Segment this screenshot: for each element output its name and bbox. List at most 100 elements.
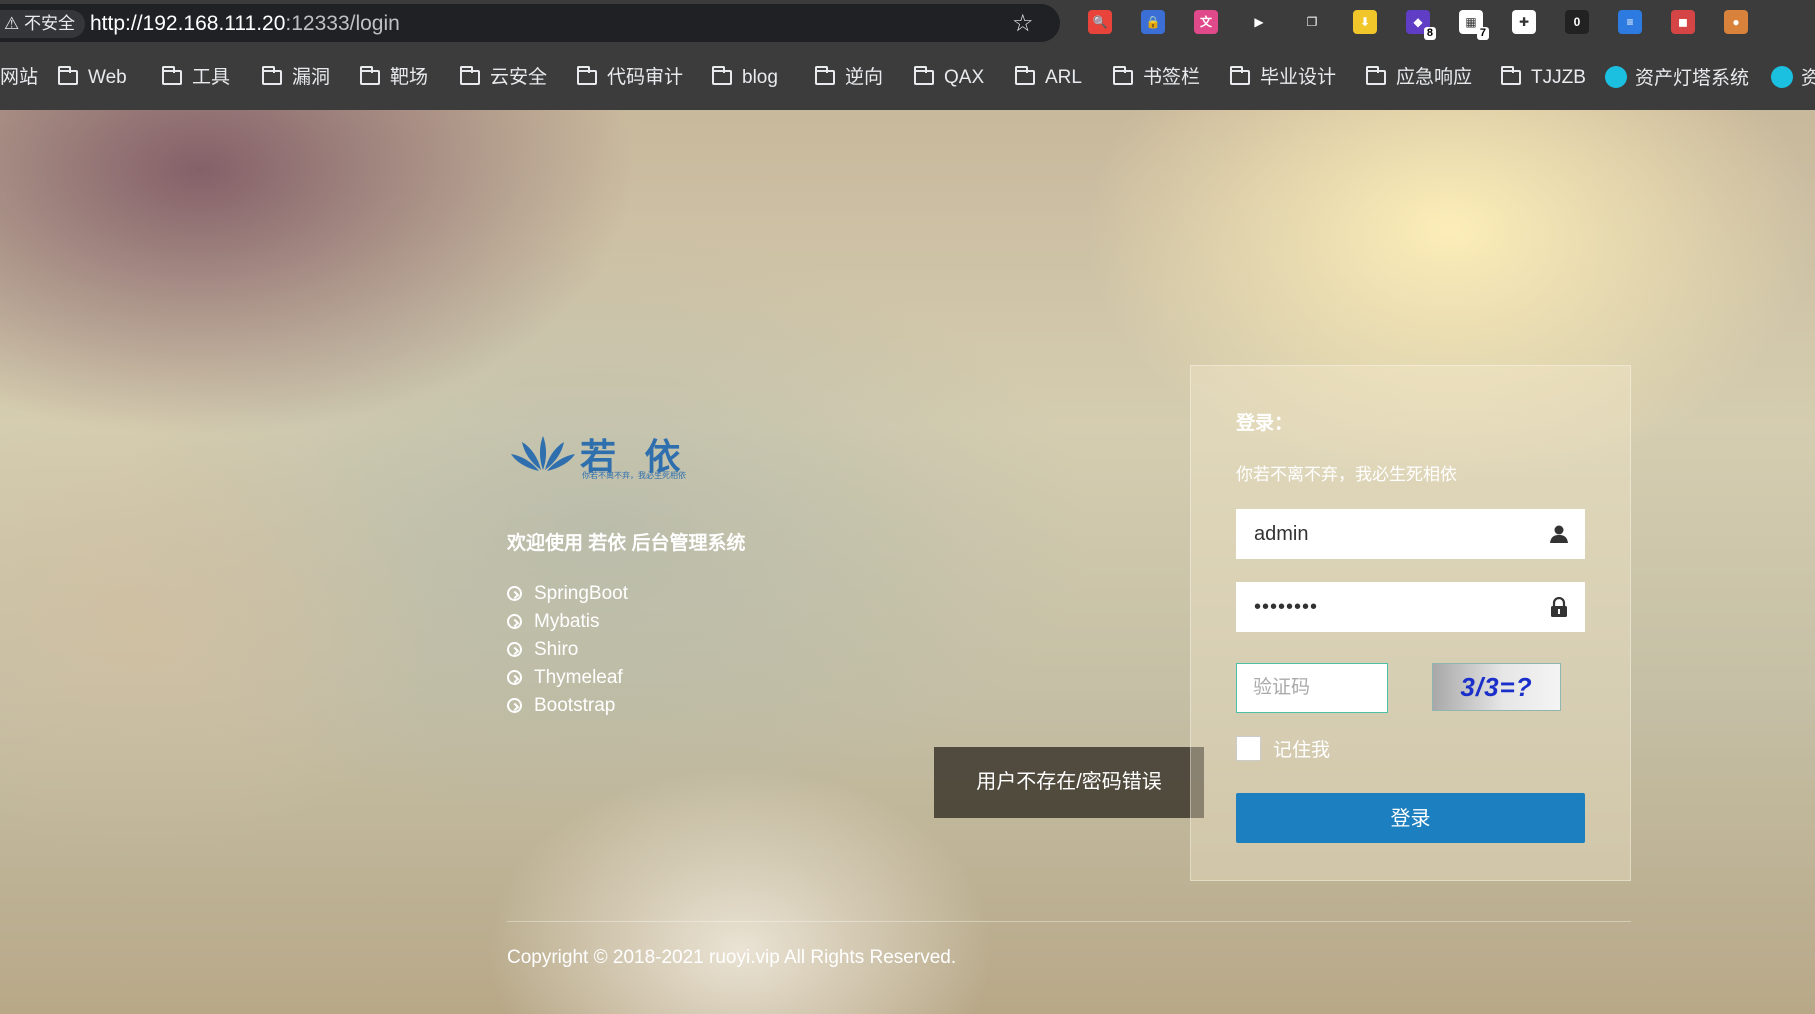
- wechat-ext-icon[interactable]: ✚: [1512, 10, 1536, 34]
- url-text[interactable]: http://192.168.111.20:12333/login: [90, 10, 400, 38]
- folder-icon: [1015, 66, 1035, 85]
- extension-badge: 8: [1423, 27, 1436, 40]
- lotus-logo-icon: [511, 436, 575, 471]
- bookmark-item[interactable]: 网站: [0, 66, 38, 90]
- bookmark-label: blog: [742, 67, 778, 88]
- feature-item: Bootstrap: [507, 692, 628, 720]
- bookmark-label: 逆向: [845, 67, 884, 88]
- bookmark-label: 云安全: [490, 67, 548, 88]
- bookmark-item[interactable]: 代码审计: [577, 66, 683, 90]
- folder-icon: [262, 66, 282, 85]
- bookmark-item[interactable]: 漏洞: [262, 66, 330, 90]
- circle-arrow-icon: [507, 670, 522, 685]
- translate-ext-icon[interactable]: 文: [1194, 10, 1218, 34]
- remember-me[interactable]: 记住我: [1236, 735, 1330, 761]
- footer-divider: [507, 921, 1631, 922]
- feature-label: Bootstrap: [534, 695, 616, 716]
- security-indicator[interactable]: ⚠ 不安全: [0, 10, 85, 38]
- bookmark-label: 资: [1801, 68, 1815, 89]
- lock-icon: [1551, 597, 1567, 617]
- logo-subtitle: 你若不离不弃，我必生死相依: [582, 471, 686, 480]
- folder-icon: [360, 66, 380, 85]
- bookmark-item[interactable]: 资产灯塔系统: [1605, 66, 1749, 91]
- cookie-ext-icon[interactable]: ●: [1724, 10, 1748, 34]
- error-toast: 用户不存在/密码错误: [934, 747, 1204, 818]
- folder-icon: [577, 66, 597, 85]
- login-button[interactable]: 登录: [1236, 793, 1585, 843]
- captcha-input[interactable]: 验证码: [1236, 663, 1388, 713]
- bookmark-item[interactable]: 毕业设计: [1230, 66, 1336, 90]
- folder-icon: [1230, 66, 1250, 85]
- screenshot-ext-icon[interactable]: ▦ 7: [1459, 10, 1489, 40]
- welcome-heading: 欢迎使用 若依 后台管理系统: [507, 533, 746, 554]
- bookmark-item[interactable]: blog: [712, 66, 778, 90]
- play-ext-icon[interactable]: ▶: [1247, 10, 1271, 34]
- copy-ext-icon[interactable]: ❐: [1300, 10, 1324, 34]
- bookmark-item[interactable]: 应急响应: [1366, 66, 1472, 90]
- ruoyi-logo: 若 依 你若不离不弃，我必生死相依: [510, 422, 690, 482]
- layout-ext-icon[interactable]: ≡: [1618, 10, 1642, 34]
- bookmark-label: 书签栏: [1143, 67, 1201, 88]
- site-favicon-icon: [1771, 66, 1793, 88]
- bookmark-label: ARL: [1045, 67, 1082, 88]
- bookmark-item[interactable]: TJJZB: [1501, 66, 1586, 90]
- bookmark-label: TJJZB: [1531, 67, 1586, 88]
- username-value: admin: [1254, 523, 1309, 545]
- bookmark-item[interactable]: 工具: [162, 66, 230, 90]
- login-title: 登录：: [1236, 413, 1294, 434]
- feature-item: Mybatis: [507, 608, 628, 636]
- bookmark-label: 工具: [192, 67, 231, 88]
- bookmark-item[interactable]: Web: [58, 66, 127, 90]
- bookmark-item[interactable]: 云安全: [460, 66, 547, 90]
- folder-icon: [914, 66, 934, 85]
- remember-label: 记住我: [1273, 740, 1331, 761]
- feature-list: SpringBoot Mybatis Shiro Thymeleaf Bootstrap: [507, 580, 628, 720]
- feature-label: SpringBoot: [534, 583, 629, 604]
- circle-arrow-icon: [507, 614, 522, 629]
- bookmark-item[interactable]: 逆向: [815, 66, 883, 90]
- password-input[interactable]: ••••••••: [1236, 582, 1585, 632]
- bookmark-label: QAX: [944, 67, 985, 88]
- folder-icon: [1113, 66, 1133, 85]
- bookmark-label: 漏洞: [292, 67, 331, 88]
- feature-item: Shiro: [507, 636, 628, 664]
- bookmark-label: 网站: [0, 67, 39, 88]
- folder-icon: [460, 66, 480, 85]
- extension-badge: 7: [1476, 27, 1489, 40]
- bookmark-item[interactable]: 书签栏: [1113, 66, 1200, 90]
- folder-icon: [58, 66, 78, 85]
- counter-ext-icon[interactable]: 0: [1565, 10, 1589, 34]
- bookmark-label: 代码审计: [607, 67, 684, 88]
- url-host: http://192.168.111.20: [90, 12, 286, 35]
- password-value: ••••••••: [1254, 596, 1319, 618]
- feature-item: SpringBoot: [507, 580, 628, 608]
- search-ext-icon[interactable]: 🔍: [1088, 10, 1112, 34]
- login-card: 登录： 你若不离不弃，我必生死相依 admin •••••••• 验证码 3/3…: [1190, 365, 1631, 881]
- circle-arrow-icon: [507, 642, 522, 657]
- bookmark-item[interactable]: QAX: [914, 66, 984, 90]
- copyright-text: Copyright © 2018-2021 ruoyi.vip All Righ…: [507, 947, 957, 968]
- login-page: 若 依 你若不离不弃，我必生死相依 欢迎使用 若依 后台管理系统 SpringB…: [0, 110, 1815, 1014]
- feature-label: Shiro: [534, 639, 579, 660]
- proxy-ext-icon[interactable]: ◆ 8: [1406, 10, 1436, 40]
- mask-ext-icon[interactable]: ◼: [1671, 10, 1695, 34]
- captcha-image[interactable]: 3/3=?: [1432, 663, 1561, 711]
- remember-checkbox[interactable]: [1236, 736, 1261, 761]
- bookmark-star-icon[interactable]: ☆: [1012, 10, 1034, 38]
- bookmark-item[interactable]: ARL: [1015, 66, 1082, 90]
- bookmark-label: 毕业设计: [1260, 67, 1337, 88]
- download-ext-icon[interactable]: ⬇: [1353, 10, 1377, 34]
- username-input[interactable]: admin: [1236, 509, 1585, 559]
- login-subtitle: 你若不离不弃，我必生死相依: [1236, 465, 1457, 484]
- circle-arrow-icon: [507, 698, 522, 713]
- shield-ext-icon[interactable]: 🔒: [1141, 10, 1165, 34]
- feature-label: Mybatis: [534, 611, 600, 632]
- user-icon: [1550, 525, 1568, 543]
- bookmark-item[interactable]: 靶场: [360, 66, 428, 90]
- folder-icon: [815, 66, 835, 85]
- browser-toolbar: ⚠ 不安全 http://192.168.111.20:12333/login …: [0, 0, 1815, 44]
- folder-icon: [1501, 66, 1521, 85]
- bookmark-label: Web: [88, 67, 127, 88]
- bookmark-item[interactable]: 资: [1771, 66, 1815, 91]
- address-bar[interactable]: ⚠ 不安全 http://192.168.111.20:12333/login …: [0, 4, 1060, 42]
